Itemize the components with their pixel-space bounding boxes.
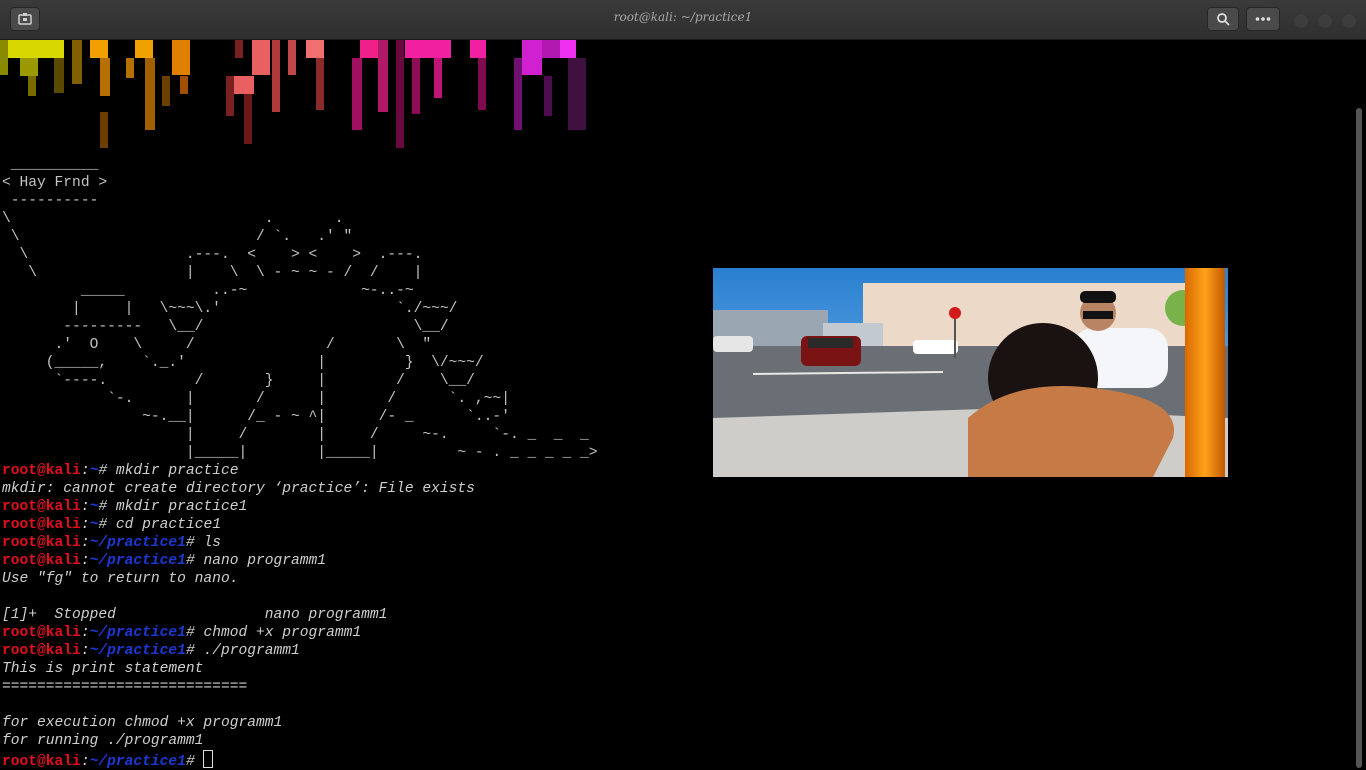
output-line: for execution chmod +x programm1 <box>2 715 283 731</box>
prompt-hash: # <box>185 643 195 659</box>
output-line: Use "fg" to return to nano. <box>2 571 239 587</box>
terminal-scrollbar[interactable] <box>1356 108 1362 768</box>
prompt-sep: : <box>80 517 90 533</box>
prompt-user: root@kali <box>2 625 81 641</box>
prompt-user: root@kali <box>2 463 81 479</box>
maximize-button[interactable] <box>1317 13 1333 29</box>
minimize-button[interactable] <box>1293 13 1309 29</box>
yellow-block <box>0 40 190 148</box>
prompt-sep: : <box>80 553 90 569</box>
video-overlay[interactable] <box>713 268 1228 477</box>
command-line: chmod +x programm1 <box>194 625 362 641</box>
prompt-user: root@kali <box>2 499 81 515</box>
prompt-user: root@kali <box>2 535 81 551</box>
command-line: nano programm1 <box>194 553 327 569</box>
prompt-hash: # <box>98 517 108 533</box>
output-line: ============================ <box>2 679 248 695</box>
output-line: for running ./programm1 <box>2 733 204 749</box>
command-line: cd practice1 <box>107 517 221 533</box>
ascii-art: \ . . \ / `. .' " \ .---. < > < > .---. … <box>2 211 598 461</box>
prompt-hash: # <box>185 625 195 641</box>
command-line: mkdir practice1 <box>107 499 248 515</box>
pixel-art-banner <box>0 40 586 148</box>
output-line: mkdir: cannot create directory ‘practice… <box>2 481 475 497</box>
prompt-user: root@kali <box>2 643 81 659</box>
prompt-path: ~/practice1 <box>89 535 186 551</box>
search-icon <box>1217 13 1230 26</box>
job-status-line: [1]+ Stopped nano programm1 <box>2 607 388 623</box>
menu-button[interactable] <box>1246 7 1280 31</box>
pink-block <box>352 40 486 148</box>
text-cursor <box>203 750 214 768</box>
command-line: ls <box>194 535 221 551</box>
prompt-hash: # <box>185 553 195 569</box>
prompt-sep: : <box>80 499 90 515</box>
prompt-user: root@kali <box>2 553 81 569</box>
search-button[interactable] <box>1207 7 1239 31</box>
prompt-sep: : <box>80 643 90 659</box>
prompt-sep: : <box>80 463 90 479</box>
red-block <box>226 40 324 144</box>
prompt-sep: : <box>80 625 90 641</box>
command-line: ./programm1 <box>194 643 300 659</box>
prompt-hash: # <box>98 499 108 515</box>
output-line: This is print statement <box>2 661 204 677</box>
window-title: root@kali: ~/practice1 <box>613 10 753 24</box>
command-line: mkdir practice <box>107 463 239 479</box>
purple-block <box>514 40 586 130</box>
speech-bubble-bottom: ---------- <box>2 193 99 209</box>
prompt-path: ~/practice1 <box>89 643 186 659</box>
close-button[interactable] <box>1341 13 1357 29</box>
prompt-path: ~/practice1 <box>89 553 186 569</box>
speech-bubble-text: < Hay Frnd > <box>2 175 108 191</box>
prompt-hash: # <box>185 535 195 551</box>
terminal-output[interactable]: __________ < Hay Frnd > ---------- \ . .… <box>2 156 598 770</box>
speech-bubble-top: __________ <box>2 157 99 173</box>
prompt-path: ~/practice1 <box>89 625 186 641</box>
prompt-hash: # <box>98 463 108 479</box>
prompt-sep: : <box>80 535 90 551</box>
prompt-user: root@kali <box>2 517 81 533</box>
more-options-icon <box>1255 17 1271 21</box>
title-bar: root@kali: ~/practice1 <box>0 0 1366 40</box>
